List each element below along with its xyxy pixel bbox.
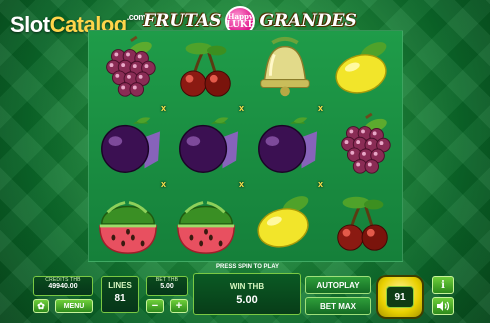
reel-area: x x x x x x [88,30,403,262]
win-display: WIN THB 5.00 [193,273,301,315]
autoplay-button[interactable]: AUTOPLAY [305,276,371,294]
bet-decrease-button[interactable]: − [146,299,164,313]
credits-value: 49940.00 [48,283,78,290]
reel-grid [89,31,402,261]
info-button[interactable]: i [432,276,454,294]
x-marker: x [161,103,167,113]
press-spin-message: PRESS SPIN TO PLAY [215,264,280,270]
spin-count: 91 [386,286,414,308]
bet-increase-button[interactable]: + [170,299,188,313]
reel-symbol-bell [246,31,324,108]
reel-symbol-grapes [324,108,402,185]
x-marker: x [239,103,245,113]
lines-label: LINES [108,281,132,290]
x-marker: x [161,179,167,189]
reel-symbol-watermelon [89,184,167,261]
reel-symbol-grapes [89,31,167,108]
lines-value: 81 [114,293,126,304]
x-marker: x [318,103,324,113]
reel-symbol-cherries [167,31,245,108]
reel-symbol-plum [246,108,324,185]
reel-symbol-plum [89,108,167,185]
reel-symbol-watermelon [167,184,245,261]
speaker-icon [437,301,450,311]
reel-symbol-cherries [324,184,402,261]
reel-symbol-lemon [324,31,402,108]
sound-button[interactable] [432,297,454,315]
spin-button[interactable]: 91 [376,275,424,319]
lines-display: LINES 81 [101,276,139,313]
x-marker: x [239,179,245,189]
credits-display: CREDITS THB 49940.00 [33,276,93,296]
settings-button[interactable]: ✿ [33,299,49,313]
x-marker: x [318,179,324,189]
bet-max-button[interactable]: BET MAX [305,297,371,315]
info-icon: i [441,279,445,291]
gear-icon: ✿ [37,300,45,311]
bet-display: BET THB 5.00 [146,276,188,296]
win-value: 5.00 [236,294,258,306]
reel-symbol-plum [167,108,245,185]
bet-value: 5.00 [160,283,174,290]
win-label: WIN THB [229,282,265,291]
reel-symbol-lemon [246,184,324,261]
menu-button[interactable]: MENU [55,299,93,313]
